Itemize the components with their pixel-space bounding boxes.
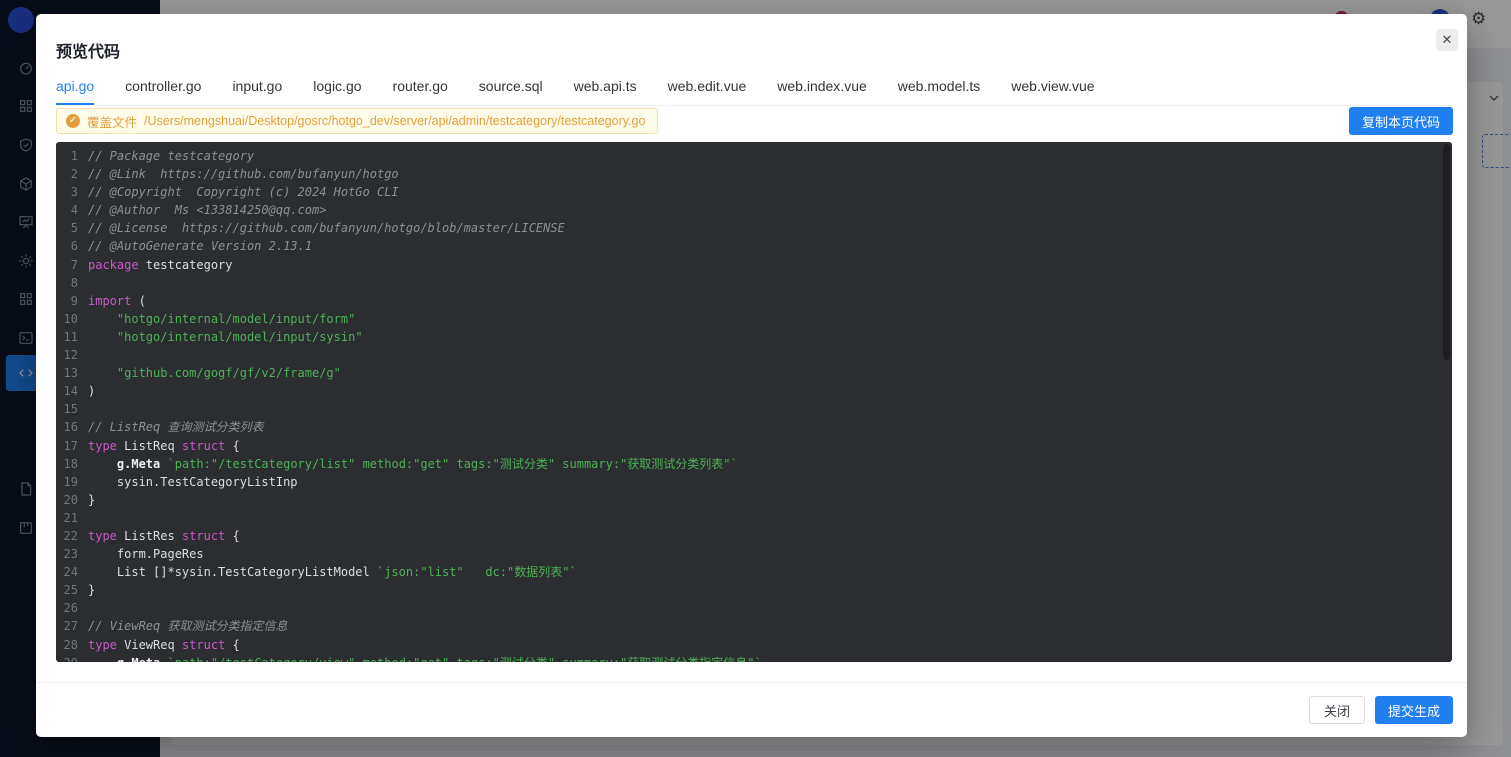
close-icon: ✕: [1442, 32, 1453, 48]
code-line: 27// ViewReq 获取测试分类指定信息: [56, 617, 1452, 635]
modal-title: 预览代码: [56, 38, 120, 62]
code-line: 3// @Copyright Copyright (c) 2024 HotGo …: [56, 183, 1452, 201]
code-line: 22type ListRes struct {: [56, 527, 1452, 545]
modal-footer: 关闭 提交生成: [36, 682, 1467, 737]
tab-web.view.vue[interactable]: web.view.vue: [1011, 70, 1094, 105]
tab-web.api.ts[interactable]: web.api.ts: [574, 70, 637, 105]
code-line: 9import (: [56, 292, 1452, 310]
overwrite-label: 覆盖文件: [87, 112, 137, 131]
code-line: 7package testcategory: [56, 256, 1452, 274]
code-line: 4// @Author Ms <133814250@qq.com>: [56, 201, 1452, 219]
code-lines: 1// Package testcategory2// @Link https:…: [56, 147, 1452, 662]
copy-page-code-button[interactable]: 复制本页代码: [1349, 107, 1453, 135]
tab-web.edit.vue[interactable]: web.edit.vue: [668, 70, 747, 105]
code-line: 14): [56, 382, 1452, 400]
code-line: 29 g.Meta `path:"/testCategory/view" met…: [56, 654, 1452, 662]
code-line: 19 sysin.TestCategoryListInp: [56, 473, 1452, 491]
code-line: 1// Package testcategory: [56, 147, 1452, 165]
tab-source.sql[interactable]: source.sql: [479, 70, 543, 105]
code-line: 18 g.Meta `path:"/testCategory/list" met…: [56, 455, 1452, 473]
code-line: 8: [56, 274, 1452, 292]
code-line: 16// ListReq 查询测试分类列表: [56, 418, 1452, 436]
code-line: 5// @License https://github.com/bufanyun…: [56, 219, 1452, 237]
overwrite-path: /Users/mengshuai/Desktop/gosrc/hotgo_dev…: [144, 114, 645, 128]
tab-web.model.ts[interactable]: web.model.ts: [898, 70, 980, 105]
code-line: 17type ListReq struct {: [56, 437, 1452, 455]
close-button[interactable]: ✕: [1436, 29, 1458, 51]
screen: ⚙ 预览代码 ✕ api.gocontroller.goinput.gologi…: [0, 0, 1511, 757]
code-line: 25}: [56, 581, 1452, 599]
code-line: 2// @Link https://github.com/bufanyun/ho…: [56, 165, 1452, 183]
tab-router.go[interactable]: router.go: [393, 70, 448, 105]
close-modal-button[interactable]: 关闭: [1309, 696, 1365, 724]
alert-row: ✓ 覆盖文件 /Users/mengshuai/Desktop/gosrc/ho…: [56, 107, 1453, 135]
tab-input.go[interactable]: input.go: [232, 70, 282, 105]
tab-controller.go[interactable]: controller.go: [125, 70, 201, 105]
code-line: 28type ViewReq struct {: [56, 636, 1452, 654]
file-tabs: api.go controller.go input.go logic.go route…: [56, 70, 1453, 106]
code-scrollbar[interactable]: [1443, 144, 1450, 360]
code-line: 10 "hotgo/internal/model/input/form": [56, 310, 1452, 328]
code-line: 26: [56, 599, 1452, 617]
code-line: 20}: [56, 491, 1452, 509]
check-icon: ✓: [66, 114, 80, 128]
tab-web.index.vue[interactable]: web.index.vue: [777, 70, 867, 105]
code-line: 24 List []*sysin.TestCategoryListModel `…: [56, 563, 1452, 581]
code-line: 23 form.PageRes: [56, 545, 1452, 563]
code-line: 6// @AutoGenerate Version 2.13.1: [56, 237, 1452, 255]
code-line: 15: [56, 400, 1452, 418]
code-editor[interactable]: 1// Package testcategory2// @Link https:…: [56, 142, 1452, 662]
code-line: 11 "hotgo/internal/model/input/sysin": [56, 328, 1452, 346]
overwrite-warning: ✓ 覆盖文件 /Users/mengshuai/Desktop/gosrc/ho…: [56, 108, 658, 134]
preview-code-modal: 预览代码 ✕ api.go controller.go input.go logic.…: [36, 14, 1467, 737]
tab-logic.go[interactable]: logic.go: [313, 70, 361, 105]
code-line: 13 "github.com/gogf/gf/v2/frame/g": [56, 364, 1452, 382]
submit-generate-button[interactable]: 提交生成: [1375, 696, 1453, 724]
code-line: 21: [56, 509, 1452, 527]
tab-api.go[interactable]: api.go: [56, 70, 94, 105]
code-line: 12: [56, 346, 1452, 364]
